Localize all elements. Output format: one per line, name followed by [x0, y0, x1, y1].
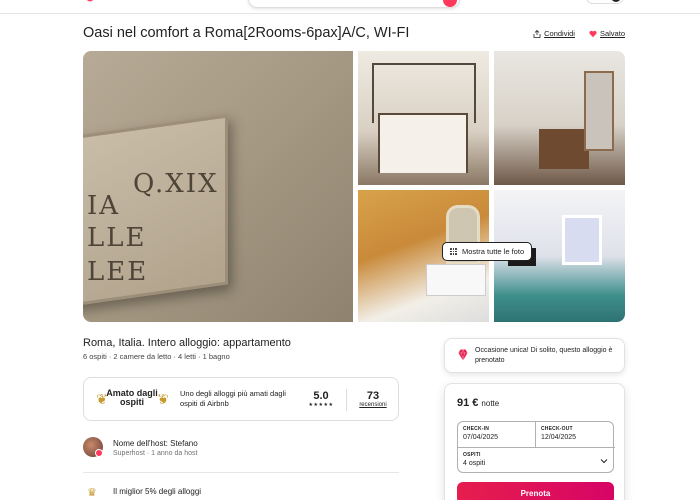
share-button[interactable]: Condividi — [533, 29, 575, 38]
highlight-text: Il miglior 5% degli alloggi — [113, 487, 202, 496]
guests-value: 4 ospiti — [463, 460, 486, 467]
superhost-badge-icon — [95, 449, 103, 457]
price-unit: notte — [481, 399, 500, 408]
window — [562, 215, 602, 265]
chevron-down-icon — [600, 459, 608, 464]
search-bar[interactable] — [248, 0, 460, 8]
avatar — [611, 0, 621, 2]
host-name: Nome dell'host: Stefano — [113, 439, 198, 448]
photo-bedroom[interactable] — [358, 51, 489, 185]
reviews-link[interactable]: 73 recensioni — [354, 390, 392, 408]
booking-card: 91 € notte CHECK-IN 07/04/2025 CHECK-OUT… — [444, 383, 625, 500]
divider — [83, 472, 399, 473]
photo-living-room[interactable] — [494, 51, 625, 185]
guest-favorite-description: Uno degli alloggi più amati dagli ospiti… — [180, 389, 286, 408]
checkin-label: CHECK-IN — [463, 426, 490, 432]
search-button[interactable] — [443, 0, 457, 7]
rare-find-card: Occasione unica! Di solito, questo allog… — [444, 338, 625, 373]
photo-main-plaque[interactable]: Q.XIX IA LLE LEE — [83, 51, 353, 322]
checkout-label: CHECK-OUT — [541, 426, 573, 432]
checkin-field[interactable]: CHECK-IN 07/04/2025 — [458, 422, 536, 448]
bed — [378, 113, 468, 173]
saved-label: Salvato — [599, 29, 625, 38]
listing-location-type: Roma, Italia. Intero alloggio: appartame… — [83, 337, 291, 349]
page-title: Oasi nel comfort a Roma[2Rooms-6pax]A/C,… — [83, 25, 410, 41]
plaque-line: Q.XIX — [133, 169, 219, 199]
reviews-label: recensioni — [359, 402, 387, 408]
share-icon — [533, 29, 541, 38]
desk — [539, 129, 589, 169]
nightly-price: 91 € — [457, 397, 479, 409]
rating-value: 5.0 — [313, 390, 329, 402]
plaque-line: IA — [87, 191, 121, 221]
reserve-button[interactable]: Prenota — [457, 482, 614, 500]
sink — [426, 264, 486, 296]
laurel-right-icon: ❦ — [157, 391, 169, 407]
diamond-icon — [458, 349, 468, 361]
grid-icon — [450, 248, 457, 255]
listing-facts: 6 ospiti · 2 camere da letto · 4 letti ·… — [83, 352, 230, 361]
top-navigation-bar — [0, 0, 700, 14]
title-actions: Condividi Salvato — [533, 29, 625, 38]
price-block: 91 € notte — [457, 397, 499, 409]
plaque-line: LEE — [87, 257, 149, 287]
save-button[interactable]: Salvato — [589, 29, 625, 38]
host-subtitle: Superhost · 1 anno da host — [113, 450, 198, 457]
photo-gallery: Q.XIX IA LLE LEE — [83, 51, 625, 322]
guest-favorite-title: Amato dagli ospiti — [106, 388, 158, 407]
plaque-line: LLE — [87, 223, 147, 253]
reviews-count: 73 — [366, 390, 380, 402]
checkout-value: 12/04/2025 — [541, 434, 577, 441]
show-all-photos-label: Mostra tutte le foto — [462, 247, 525, 256]
guests-label: OSPITI — [463, 452, 481, 458]
doorway — [584, 71, 614, 151]
rare-find-text: Occasione unica! Di solito, questo allog… — [475, 347, 613, 364]
trophy-icon: ♛ — [87, 487, 97, 499]
guests-select[interactable]: OSPITI 4 ospiti — [458, 448, 615, 474]
heart-icon — [589, 30, 597, 37]
rating-block: 5.0 ★★★★★ — [306, 390, 336, 408]
checkout-field[interactable]: CHECK-OUT 12/04/2025 — [536, 422, 615, 448]
checkin-value: 07/04/2025 — [463, 434, 499, 441]
star-rating-icon: ★★★★★ — [308, 402, 334, 408]
airbnb-logo-icon[interactable] — [83, 0, 97, 4]
share-label: Condividi — [544, 29, 575, 38]
divider — [346, 389, 347, 411]
user-menu-button[interactable] — [586, 0, 624, 4]
show-all-photos-button[interactable]: Mostra tutte le foto — [442, 242, 533, 261]
guest-favorite-card[interactable]: ❦ Amato dagli ospiti ❦ Uno degli alloggi… — [83, 377, 399, 421]
date-guest-picker: CHECK-IN 07/04/2025 CHECK-OUT 12/04/2025… — [457, 421, 615, 474]
